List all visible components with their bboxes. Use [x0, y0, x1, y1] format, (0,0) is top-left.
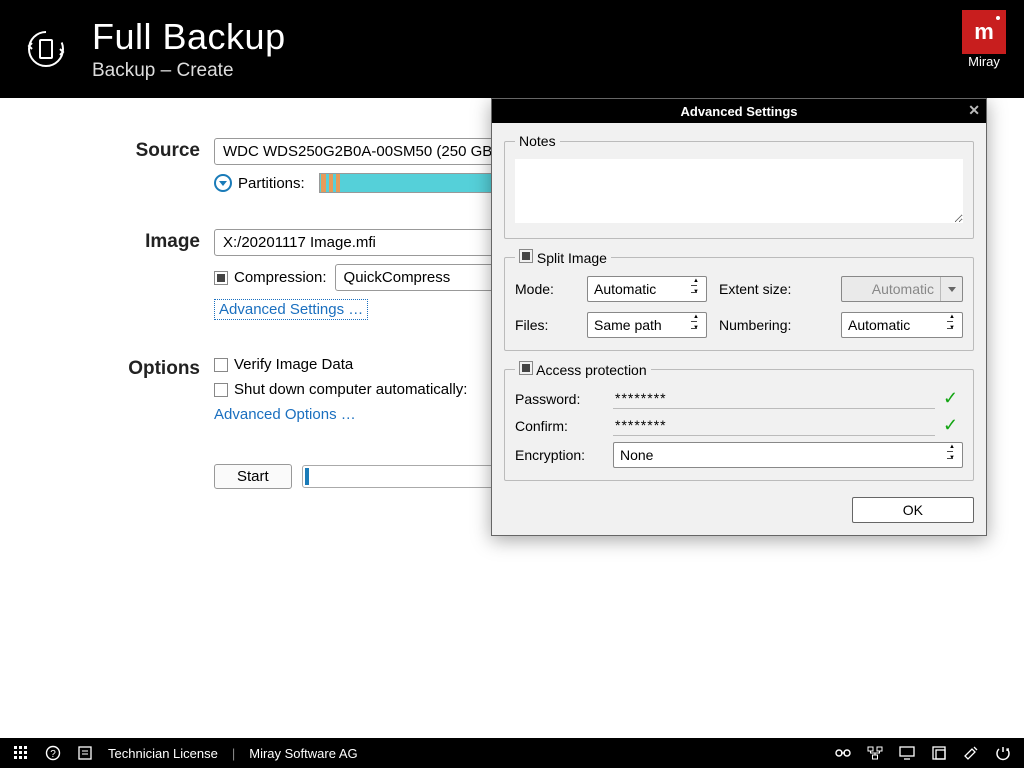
access-protection-checkbox[interactable]: Access protection	[519, 361, 647, 378]
power-icon[interactable]	[994, 744, 1012, 762]
image-section-label: Image	[0, 229, 200, 253]
check-icon: ✓	[943, 415, 963, 436]
check-icon: ✓	[943, 388, 963, 409]
spin-down-icon: ▼	[944, 455, 960, 466]
notes-textarea[interactable]	[515, 159, 963, 223]
verify-checkbox[interactable]: Verify Image Data	[214, 356, 353, 373]
app-icon	[24, 27, 68, 71]
numbering-label: Numbering:	[719, 317, 829, 333]
help-icon[interactable]: ?	[44, 744, 62, 762]
advanced-settings-link[interactable]: Advanced Settings …	[214, 299, 368, 320]
spin-down-icon: ▼	[688, 325, 704, 336]
brand-logo-block: m Miray	[962, 10, 1006, 69]
monitor-icon[interactable]	[898, 744, 916, 762]
notes-group: Notes	[504, 133, 974, 239]
company-text: Miray Software AG	[249, 746, 357, 761]
close-button[interactable]: ✕	[968, 102, 980, 119]
ok-button[interactable]: OK	[852, 497, 974, 523]
checkbox-icon	[214, 383, 228, 397]
status-bar: ? Technician License | Miray Software AG	[0, 738, 1024, 768]
checkbox-icon	[519, 249, 533, 263]
brand-name: Miray	[962, 54, 1006, 69]
shutdown-checkbox[interactable]: Shut down computer automatically:	[214, 381, 467, 398]
spin-up-icon: ▲	[944, 314, 960, 325]
page-subtitle: Backup – Create	[92, 60, 286, 82]
files-label: Files:	[515, 317, 575, 333]
confirm-input[interactable]	[613, 415, 935, 436]
spin-down-icon: ▼	[944, 325, 960, 336]
split-image-checkbox[interactable]: Split Image	[519, 249, 607, 266]
spin-up-icon: ▲	[944, 444, 960, 455]
options-section-label: Options	[0, 356, 200, 380]
page-title: Full Backup	[92, 16, 286, 58]
advanced-settings-dialog: Advanced Settings ✕ Notes Split Image Mo…	[491, 98, 987, 536]
checkbox-icon	[519, 361, 533, 375]
access-protection-group: Access protection Password: ✓ Confirm: ✓…	[504, 361, 974, 481]
spin-down-icon: ▼	[688, 289, 704, 300]
password-input[interactable]	[613, 388, 935, 409]
license-text: Technician License	[108, 746, 218, 761]
dialog-titlebar[interactable]: Advanced Settings ✕	[492, 99, 986, 123]
apps-icon[interactable]	[12, 744, 30, 762]
compression-checkbox[interactable]: Compression:	[214, 269, 327, 286]
svg-text:?: ?	[50, 749, 56, 760]
settings-icon[interactable]	[962, 744, 980, 762]
chevron-down-icon	[940, 277, 962, 301]
extent-size-label: Extent size:	[719, 281, 829, 297]
license-icon[interactable]	[76, 744, 94, 762]
encryption-label: Encryption:	[515, 447, 605, 463]
encryption-select[interactable]: None ▲▼	[613, 442, 963, 468]
spin-up-icon: ▲	[688, 278, 704, 289]
mode-label: Mode:	[515, 281, 575, 297]
partitions-toggle[interactable]: Partitions:	[214, 174, 305, 192]
chevron-down-icon	[214, 174, 232, 192]
source-section-label: Source	[0, 138, 200, 162]
notes-legend: Notes	[515, 133, 560, 149]
files-select[interactable]: Same path ▲▼	[587, 312, 707, 338]
extent-size-select[interactable]: Automatic	[841, 276, 963, 302]
numbering-select[interactable]: Automatic ▲▼	[841, 312, 963, 338]
window-icon[interactable]	[930, 744, 948, 762]
app-header: Full Backup Backup – Create m Miray	[0, 0, 1024, 98]
header-titles: Full Backup Backup – Create	[92, 16, 286, 82]
start-button[interactable]: Start	[214, 464, 292, 489]
network-icon[interactable]	[866, 744, 884, 762]
confirm-label: Confirm:	[515, 418, 605, 434]
checkbox-icon	[214, 271, 228, 285]
checkbox-icon	[214, 358, 228, 372]
separator: |	[232, 746, 235, 761]
advanced-options-link[interactable]: Advanced Options …	[214, 406, 356, 423]
password-label: Password:	[515, 391, 605, 407]
brand-logo: m	[962, 10, 1006, 54]
mode-select[interactable]: Automatic ▲▼	[587, 276, 707, 302]
split-image-group: Split Image Mode: Automatic ▲▼ Extent si…	[504, 249, 974, 351]
spin-up-icon: ▲	[688, 314, 704, 325]
link-icon[interactable]	[834, 744, 852, 762]
